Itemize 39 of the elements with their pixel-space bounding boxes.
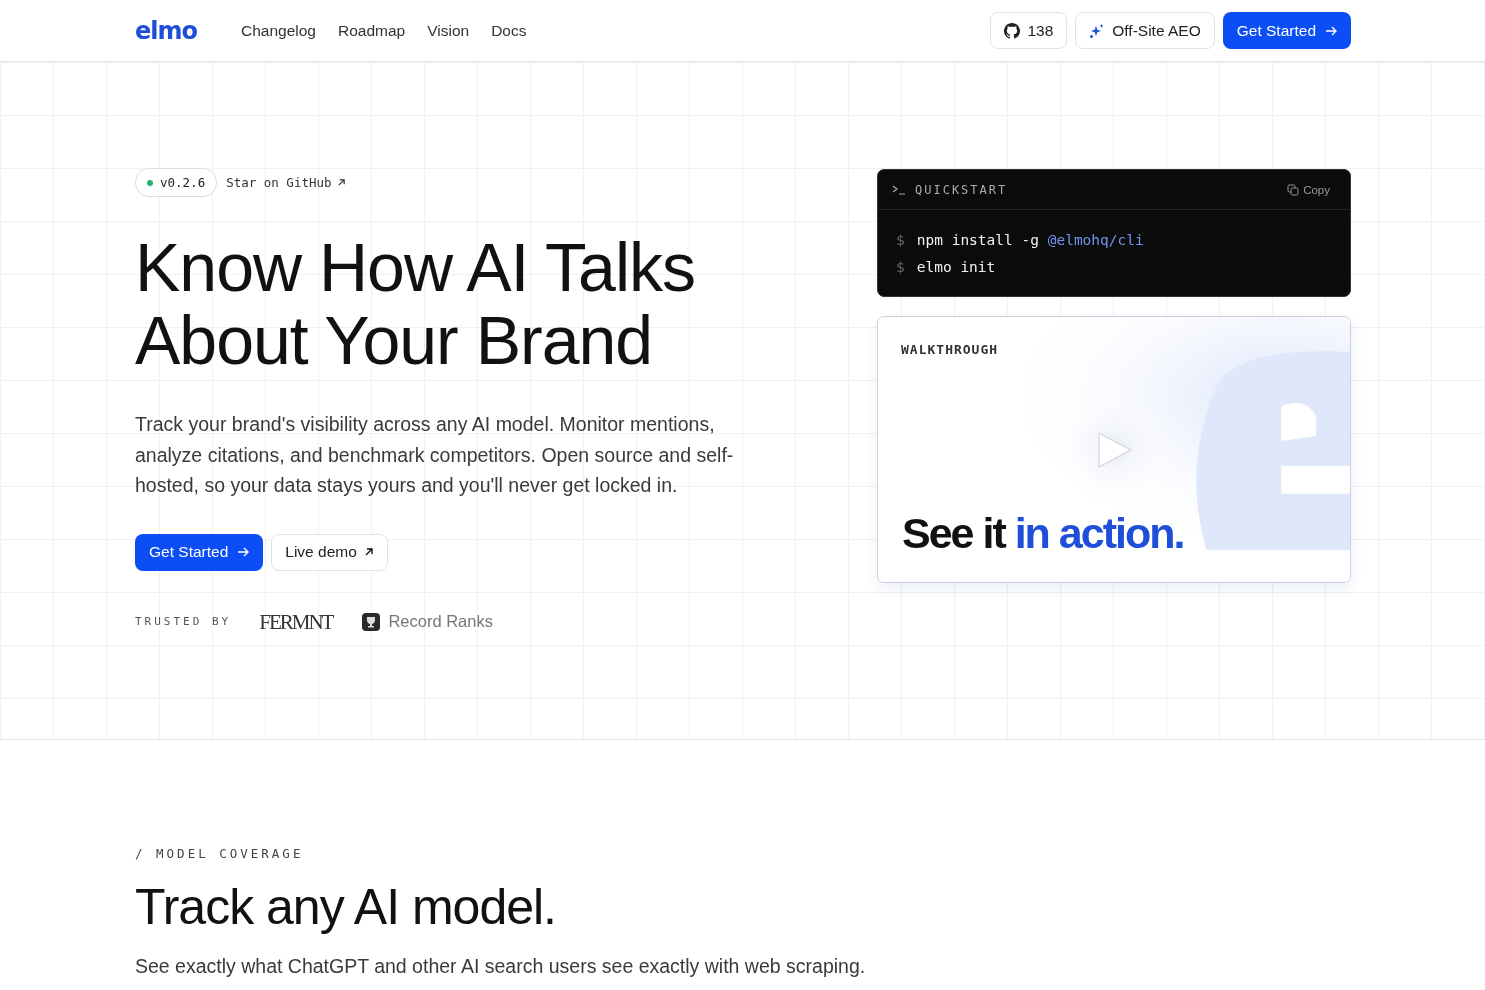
get-started-button[interactable]: Get Started [1222, 12, 1351, 49]
section-description: See exactly what ChatGPT and other AI search users see exactly with web scraping. [135, 955, 867, 978]
nav-link[interactable]: Roadmap [338, 21, 406, 40]
hero-title: About Your Brand [135, 304, 653, 377]
play-icon[interactable] [1096, 431, 1134, 469]
trophy-icon [362, 612, 381, 631]
external-arrow-icon [363, 547, 374, 557]
nav-link[interactable]: Vision [427, 21, 470, 40]
star-on-github-link[interactable]: Star on GitHub [226, 175, 346, 190]
hero-title: Know How AI Talks [135, 231, 695, 304]
walkthrough-label: WALKTHROUGH [901, 342, 999, 357]
github-stars-button[interactable]: 138 [990, 12, 1068, 49]
nav-link[interactable]: Docs [491, 21, 527, 40]
video-card[interactable]: WALKTHROUGH See it in action. [877, 316, 1351, 583]
section-title: Track any AI model. [135, 878, 557, 937]
logo[interactable]: elmo [135, 16, 197, 45]
prompt-symbol: $ [896, 231, 905, 250]
copy-button[interactable]: Copy [1287, 183, 1330, 196]
nav-link[interactable]: Changelog [241, 21, 316, 40]
terminal-icon [892, 184, 906, 195]
prompt-symbol: $ [896, 258, 905, 277]
command-text: elmo init [916, 258, 996, 277]
quickstart-label: QUICKSTART [915, 182, 1008, 197]
get-started-button[interactable]: Get Started [135, 533, 264, 571]
command-text: npm install -g @elmohq/cli [916, 231, 1144, 250]
copy-icon [1287, 183, 1300, 196]
live-demo-button[interactable]: Live demo [271, 533, 388, 571]
off-site-aeo-button[interactable]: Off-Site AEO [1075, 12, 1215, 49]
arrow-right-icon [237, 546, 250, 558]
hero-description: Track your brand's visibility across any AI model. Monitor mentions, analyze citations, and benchmark competitors. Open source and self-hosted, so your data stays yours and you'll never get locked in. [135, 412, 735, 498]
video-headline: See it in action. [902, 509, 1184, 558]
customer-logo: FERMNT [259, 608, 334, 635]
arrow-right-icon [1325, 24, 1337, 37]
external-arrow-icon [336, 178, 346, 187]
trusted-by-label: TRUSTED BY [135, 615, 232, 628]
section-eyebrow: / MODEL COVERAGE [135, 846, 305, 861]
customer-logo: Record Ranks [388, 612, 493, 631]
version-badge: v0.2.6 [135, 168, 218, 197]
github-icon [1004, 22, 1021, 39]
